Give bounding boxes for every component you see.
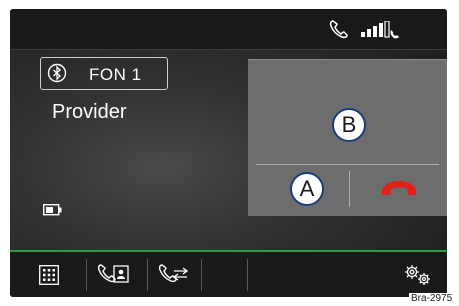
keypad-button[interactable] [30,252,84,297]
figure-reference-code: Bra-2975 [409,293,455,305]
phone-handset-icon [328,19,350,44]
call-panel-separator [349,171,350,207]
phonebook-button[interactable] [87,252,145,297]
call-panel-divider [256,164,439,165]
signal-strength-icon [361,20,411,46]
hang-up-icon [379,176,419,205]
bluetooth-icon [47,63,67,88]
settings-button[interactable] [390,252,440,297]
call-list-icon [157,262,191,291]
phone-screen: FON 1 Provider B A [10,9,447,297]
device-selector[interactable]: FON 1 [40,57,168,90]
provider-name: Provider [52,101,127,123]
gears-icon [403,263,433,292]
callout-a: A [290,172,324,206]
toolbar-separator [247,259,248,291]
callout-b: B [332,108,366,142]
device-name: FON 1 [89,65,142,84]
call-list-button[interactable] [149,252,199,297]
keypad-icon [39,265,59,290]
toolbar-separator [201,259,202,291]
phonebook-icon [96,262,132,291]
bottom-toolbar [10,252,447,297]
status-bar [10,9,447,50]
hang-up-button[interactable] [365,171,435,207]
battery-icon [42,203,63,221]
toolbar-separator [147,259,148,291]
empty-toolbar-slot [203,252,245,297]
active-call-panel: B A [248,59,447,216]
